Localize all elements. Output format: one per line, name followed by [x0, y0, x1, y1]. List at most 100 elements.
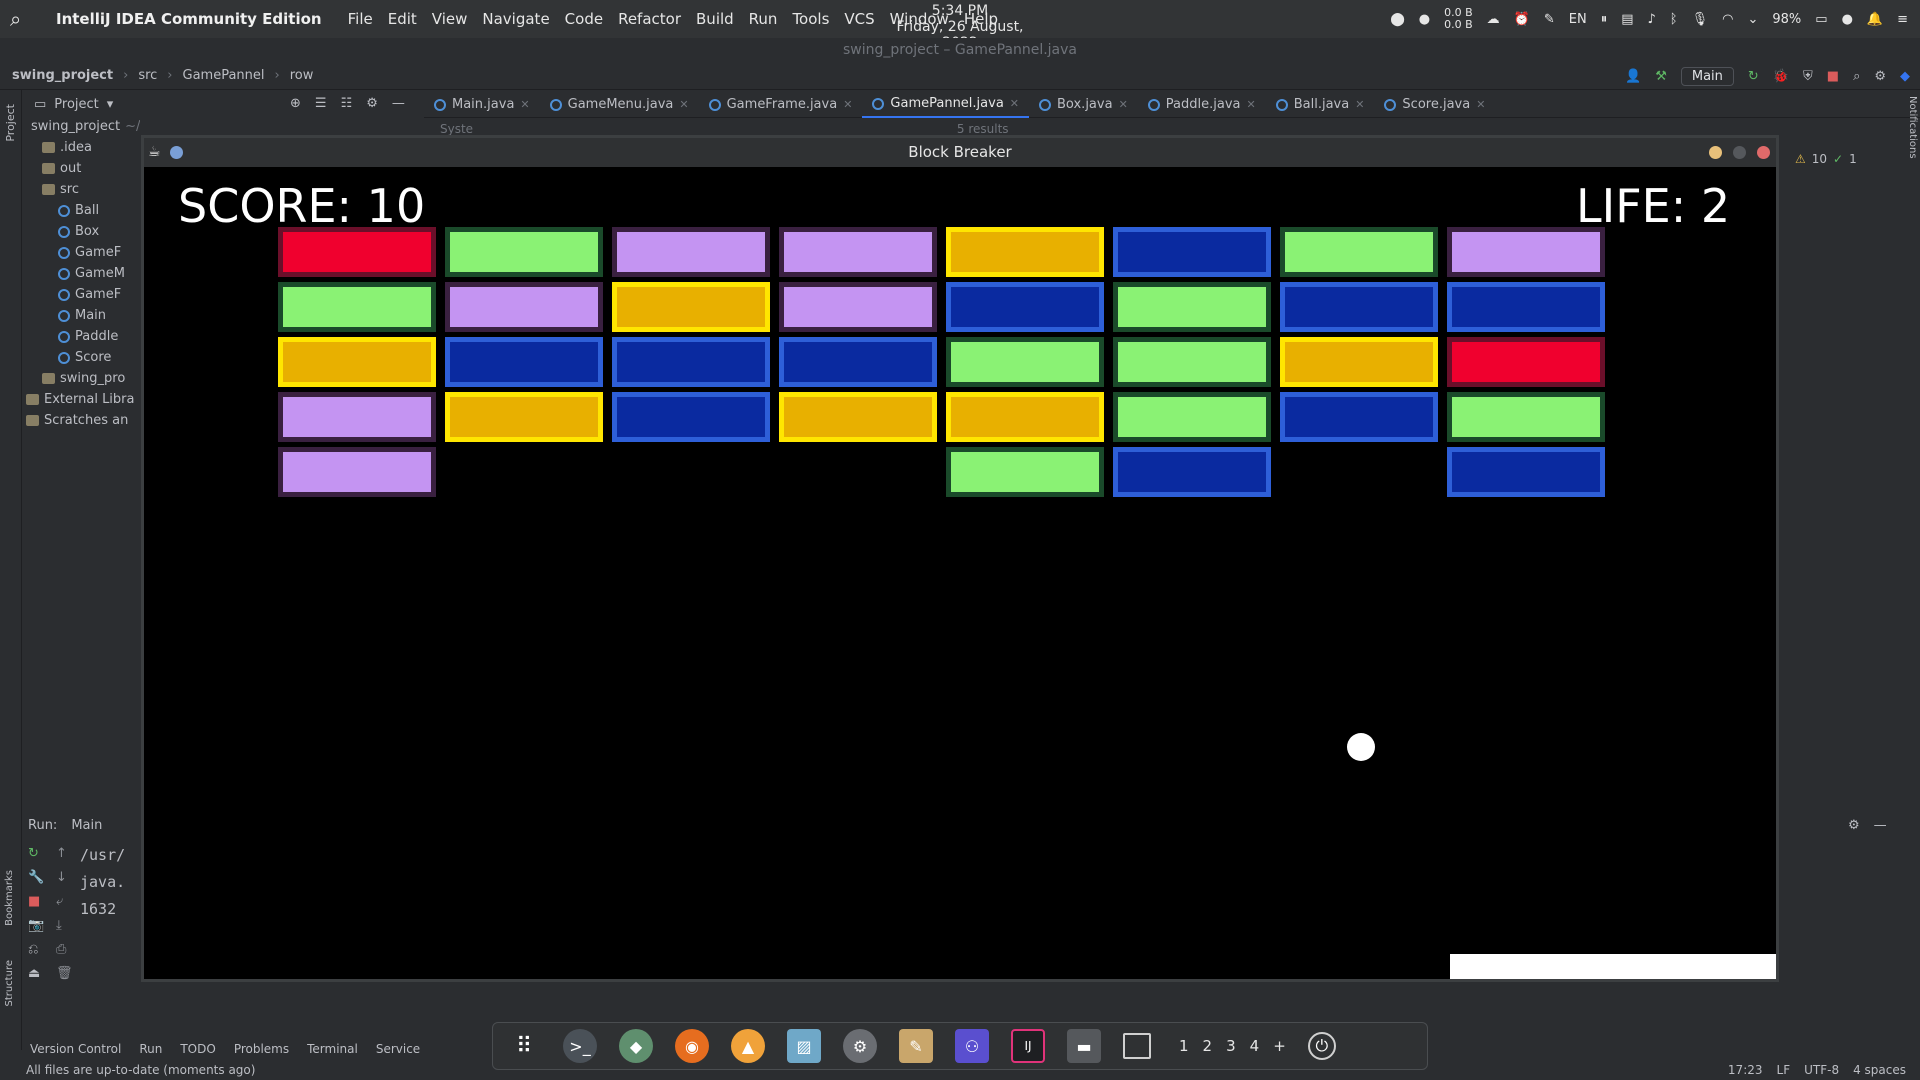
- bluetooth-icon[interactable]: ᛒ: [1670, 12, 1678, 27]
- vscode-like-icon[interactable]: ⚇: [955, 1029, 989, 1063]
- close-icon[interactable]: ✕: [843, 98, 852, 111]
- tree-item[interactable]: swing_project ~/Practice/Java/swing_proje…: [22, 116, 140, 137]
- project-tool-button[interactable]: Project: [4, 104, 17, 142]
- tree-item[interactable]: Paddle: [22, 326, 140, 347]
- editor-tab[interactable]: GameMenu.java ✕: [540, 92, 699, 118]
- notifications-bell-icon[interactable]: 🔔: [1867, 12, 1883, 27]
- file-manager-icon[interactable]: ▬: [1067, 1029, 1101, 1063]
- maximize-button[interactable]: [1733, 146, 1746, 159]
- up-arrow-icon[interactable]: ↑: [56, 846, 73, 861]
- build-hammer-icon[interactable]: ⚒: [1655, 69, 1667, 84]
- keyboard-layout[interactable]: EN: [1569, 12, 1587, 27]
- close-icon[interactable]: ✕: [1476, 98, 1485, 111]
- tree-item[interactable]: .idea: [22, 137, 140, 158]
- ide-logo-icon[interactable]: ◆: [1900, 69, 1910, 84]
- status-item[interactable]: LF: [1777, 1063, 1791, 1077]
- run-tab-main[interactable]: Main: [71, 818, 102, 833]
- pause-icon[interactable]: ⏸: [1601, 12, 1608, 27]
- notifications-tool-button[interactable]: Notifications: [1898, 96, 1918, 236]
- locate-icon[interactable]: ⊕: [290, 96, 301, 111]
- game-title-bar[interactable]: ☕ Block Breaker: [144, 138, 1776, 167]
- collapse-all-icon[interactable]: ☷: [341, 96, 353, 111]
- feather-icon[interactable]: ✎: [1544, 12, 1555, 27]
- close-icon[interactable]: ✕: [1355, 98, 1364, 111]
- tree-item[interactable]: Box: [22, 221, 140, 242]
- close-icon[interactable]: ✕: [1119, 98, 1128, 111]
- intellij-icon[interactable]: IJ: [1011, 1029, 1045, 1063]
- close-icon[interactable]: ✕: [679, 98, 688, 111]
- power-icon[interactable]: ⏻: [1307, 1032, 1336, 1060]
- hide-icon[interactable]: —: [1874, 818, 1887, 833]
- toggle-icon[interactable]: ⬤: [1390, 12, 1405, 27]
- editor-tab[interactable]: Ball.java ✕: [1266, 92, 1375, 118]
- trash-icon[interactable]: 🗑: [56, 966, 73, 981]
- menu-item-code[interactable]: Code: [565, 10, 603, 28]
- soft-wrap-icon[interactable]: ⤶: [56, 894, 73, 909]
- tree-item[interactable]: GameF: [22, 284, 140, 305]
- tool-button-service[interactable]: Service: [376, 1042, 420, 1056]
- workspace-1[interactable]: 1: [1179, 1037, 1189, 1055]
- tool-button-terminal[interactable]: Terminal: [307, 1042, 358, 1056]
- workspace-3[interactable]: 3: [1226, 1037, 1236, 1055]
- minimize-button[interactable]: [1709, 146, 1722, 159]
- run-configuration-select[interactable]: Main: [1680, 66, 1734, 86]
- restore-layout-icon[interactable]: ⎌: [28, 942, 44, 957]
- close-icon[interactable]: ✕: [1247, 98, 1256, 111]
- tree-item[interactable]: GameF: [22, 242, 140, 263]
- rerun-icon[interactable]: ↻: [1748, 69, 1759, 84]
- clipboard-icon[interactable]: ▤: [1621, 12, 1633, 27]
- editor-tab[interactable]: GamePannel.java ✕: [862, 92, 1030, 118]
- close-icon[interactable]: ✕: [520, 98, 529, 111]
- tree-item[interactable]: Score: [22, 347, 140, 368]
- camera-icon[interactable]: 📷: [28, 918, 44, 933]
- toggle-icon-2[interactable]: ●: [1419, 12, 1430, 27]
- user-avatar[interactable]: ●: [1842, 12, 1853, 27]
- tree-item[interactable]: Ball: [22, 200, 140, 221]
- menu-item-edit[interactable]: Edit: [388, 10, 417, 28]
- menu-item-navigate[interactable]: Navigate: [482, 10, 549, 28]
- status-item[interactable]: 17:23: [1728, 1063, 1763, 1077]
- editor-tab[interactable]: Main.java ✕: [424, 92, 540, 118]
- breadcrumb-item[interactable]: row: [290, 68, 314, 83]
- show-desktop-icon[interactable]: [1123, 1033, 1151, 1059]
- menu-icon[interactable]: ≡: [1897, 12, 1908, 27]
- pin-icon[interactable]: [170, 146, 183, 159]
- chevron-down-icon[interactable]: ▾: [107, 97, 114, 112]
- workspace-2[interactable]: 2: [1203, 1037, 1213, 1055]
- editor-tab[interactable]: Score.java ✕: [1374, 92, 1495, 118]
- menu-item-build[interactable]: Build: [696, 10, 734, 28]
- game-canvas[interactable]: SCORE: 10 LIFE: 2: [144, 167, 1776, 979]
- chevron-down-icon[interactable]: ⌄: [1747, 12, 1758, 27]
- battery-icon[interactable]: ▭: [1815, 12, 1827, 27]
- menu-item-file[interactable]: File: [348, 10, 373, 28]
- editor-tab[interactable]: GameFrame.java ✕: [699, 92, 863, 118]
- tree-item[interactable]: Scratches an: [22, 410, 140, 431]
- editor-tab[interactable]: Box.java ✕: [1029, 92, 1138, 118]
- status-item[interactable]: 4 spaces: [1853, 1063, 1906, 1077]
- breadcrumb-item[interactable]: src: [138, 68, 157, 83]
- tree-item[interactable]: swing_pro: [22, 368, 140, 389]
- menu-item-vcs[interactable]: VCS: [844, 10, 874, 28]
- exit-icon[interactable]: ⏏: [28, 966, 44, 981]
- menu-item-refactor[interactable]: Refactor: [618, 10, 681, 28]
- tree-item[interactable]: GameM: [22, 263, 140, 284]
- menu-item-tools[interactable]: Tools: [792, 10, 829, 28]
- cloud-icon[interactable]: ☁: [1487, 12, 1500, 27]
- tree-item[interactable]: Main: [22, 305, 140, 326]
- tool-button-todo[interactable]: TODO: [180, 1042, 215, 1056]
- tree-item[interactable]: out: [22, 158, 140, 179]
- expand-all-icon[interactable]: ☰: [315, 96, 327, 111]
- alarm-icon[interactable]: ⏰: [1514, 12, 1530, 27]
- editor-tab[interactable]: Paddle.java ✕: [1138, 92, 1266, 118]
- workspace-4[interactable]: 4: [1250, 1037, 1260, 1055]
- tree-item[interactable]: src: [22, 179, 140, 200]
- firefox-icon[interactable]: ◉: [675, 1029, 709, 1063]
- wifi-icon[interactable]: ◠: [1722, 12, 1733, 27]
- run-console[interactable]: /usr/java. 1632: [80, 842, 125, 923]
- tool-button-run[interactable]: Run: [139, 1042, 162, 1056]
- project-view-selector[interactable]: Project: [54, 97, 98, 112]
- gear-icon[interactable]: ⚙: [366, 96, 378, 111]
- breadcrumb-item[interactable]: GamePannel: [183, 68, 265, 83]
- search-icon[interactable]: ⌕: [10, 7, 21, 31]
- software-center-icon[interactable]: ◆: [619, 1029, 653, 1063]
